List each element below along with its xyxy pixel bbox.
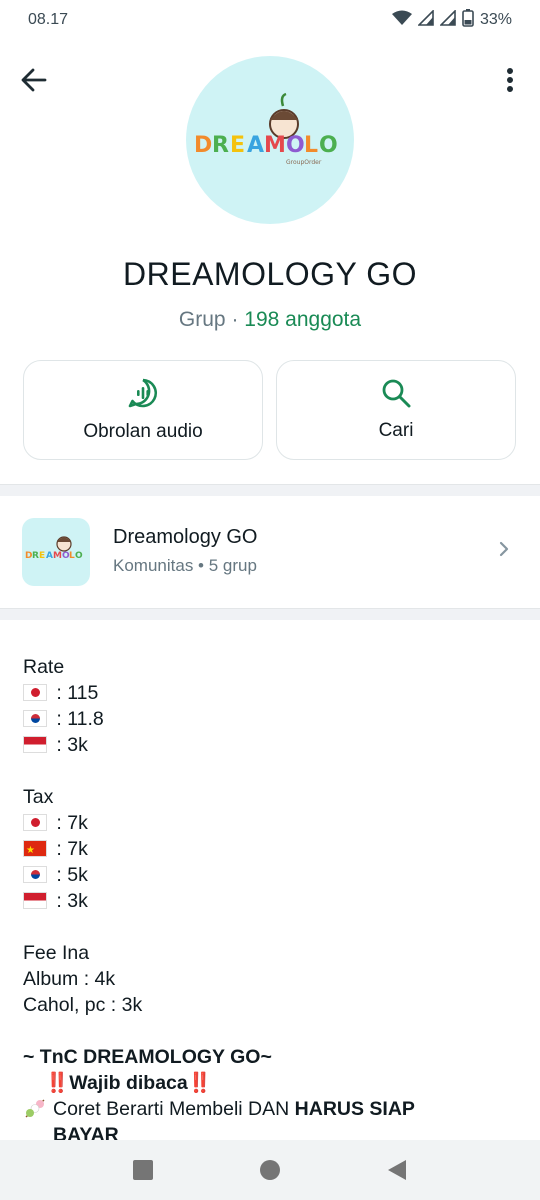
indonesia-flag-icon <box>23 736 47 753</box>
nav-back-button[interactable] <box>377 1150 417 1190</box>
group-type: Grup <box>178 308 226 331</box>
tax-kr-value: : 5k <box>51 864 88 886</box>
subtitle-separator: · <box>225 308 245 331</box>
svg-text:O: O <box>319 133 338 158</box>
circle-icon <box>259 1160 280 1180</box>
community-avatar: D R E A M O L O <box>22 518 90 586</box>
group-description: Rate : 115 : 11.8 : 3k Tax : 7k : 7k : 5… <box>23 654 523 1148</box>
svg-text:M: M <box>53 551 62 561</box>
tax-id-line: : 3k <box>23 888 523 914</box>
tax-cn-line: : 7k <box>23 836 523 862</box>
rate-kr-value: : 11.8 <box>51 708 104 730</box>
svg-text:E: E <box>39 551 45 561</box>
audio-chat-label: Obrolan audio <box>83 421 203 442</box>
signal-icon-2 <box>439 8 456 31</box>
member-count-link[interactable]: 198 anggota <box>244 308 361 331</box>
battery-icon <box>462 8 474 32</box>
system-nav-bar <box>0 1140 540 1200</box>
indonesia-flag-icon <box>23 892 47 909</box>
community-subtitle: Komunitas • 5 grup <box>113 556 257 575</box>
dreamology-logo: D R E A M O L O GroupOrder <box>194 92 338 166</box>
tax-jp-line: : 7k <box>23 810 523 836</box>
community-row[interactable]: D R E A M O L O Dreamology GO Komunitas … <box>0 496 540 608</box>
tax-header: Tax <box>23 786 54 808</box>
home-button[interactable] <box>250 1150 290 1190</box>
status-icons: 33% <box>391 8 512 32</box>
square-icon <box>133 1160 154 1180</box>
svg-text:A: A <box>46 551 53 561</box>
search-button[interactable]: Cari <box>276 360 516 460</box>
arrow-left-icon <box>21 68 47 92</box>
svg-text:A: A <box>247 133 264 158</box>
rate-jp-line: : 115 <box>23 680 523 706</box>
svg-text:L: L <box>304 133 318 158</box>
status-time: 08.17 <box>28 11 69 28</box>
svg-text:M: M <box>264 133 286 158</box>
group-avatar[interactable]: D R E A M O L O GroupOrder <box>186 56 354 224</box>
rule-1-bold: HARUS SIAP <box>294 1098 415 1120</box>
rate-header: Rate <box>23 656 65 678</box>
double-exclamation-icon-2: ‼️ <box>187 1072 213 1094</box>
rate-id-line: : 3k <box>23 732 523 758</box>
rate-jp-value: : 115 <box>51 682 99 704</box>
audio-chat-icon <box>128 378 158 408</box>
japan-flag-icon <box>23 814 47 831</box>
svg-text:O: O <box>75 551 83 561</box>
korea-flag-icon <box>23 866 47 883</box>
group-name: DREAMOLOGY GO <box>123 256 417 292</box>
tax-kr-line: : 5k <box>23 862 523 888</box>
svg-text:R: R <box>212 133 229 158</box>
chevron-right-icon <box>499 541 509 557</box>
tax-jp-value: : 7k <box>51 812 88 834</box>
section-divider <box>0 484 540 496</box>
svg-text:R: R <box>32 551 39 561</box>
double-exclamation-icon: ‼️ <box>45 1072 70 1094</box>
rule-1-text: Coret Berarti Membeli DAN <box>53 1098 295 1120</box>
community-name: Dreamology GO <box>113 526 258 548</box>
section-divider-2 <box>0 608 540 620</box>
svg-text:D: D <box>194 133 212 158</box>
back-button[interactable] <box>14 60 54 100</box>
china-flag-icon <box>23 840 47 857</box>
japan-flag-icon <box>23 684 47 701</box>
must-read-text: Wajib dibaca <box>69 1072 188 1094</box>
fee-header: Fee Ina <box>23 942 90 964</box>
svg-text:GroupOrder: GroupOrder <box>286 159 322 166</box>
fee-album: Album : 4k <box>23 968 116 990</box>
more-options-button[interactable] <box>492 60 528 100</box>
group-subtitle: Grup · 198 anggota <box>0 308 540 332</box>
tax-id-value: : 3k <box>51 890 88 912</box>
audio-chat-button[interactable]: Obrolan audio <box>23 360 263 460</box>
recents-button[interactable] <box>123 1150 163 1190</box>
more-vertical-icon <box>507 68 513 92</box>
triangle-back-icon <box>387 1160 406 1180</box>
status-bar: 08.17 33% <box>0 0 540 40</box>
must-read-line: ‼️Wajib dibaca‼️ <box>23 1070 523 1096</box>
korea-flag-icon <box>23 710 47 727</box>
tnc-header: ~ TnC DREAMOLOGY GO~ <box>23 1046 272 1068</box>
dango-icon <box>25 1099 45 1118</box>
community-logo: D R E A M O L O <box>25 536 83 561</box>
tax-cn-value: : 7k <box>51 838 88 860</box>
battery-percent: 33% <box>479 11 512 28</box>
fee-cahol: Cahol, pc : 3k <box>23 994 143 1016</box>
search-label: Cari <box>378 420 414 441</box>
svg-text:O: O <box>286 133 305 158</box>
search-icon <box>382 379 411 408</box>
wifi-icon <box>391 10 412 31</box>
rule-1-line: Coret Berarti Membeli DAN HARUS SIAP <box>23 1096 523 1122</box>
signal-icon <box>417 8 434 31</box>
rate-id-value: : 3k <box>51 734 88 756</box>
svg-text:E: E <box>230 133 245 158</box>
rate-kr-line: : 11.8 <box>23 706 523 732</box>
